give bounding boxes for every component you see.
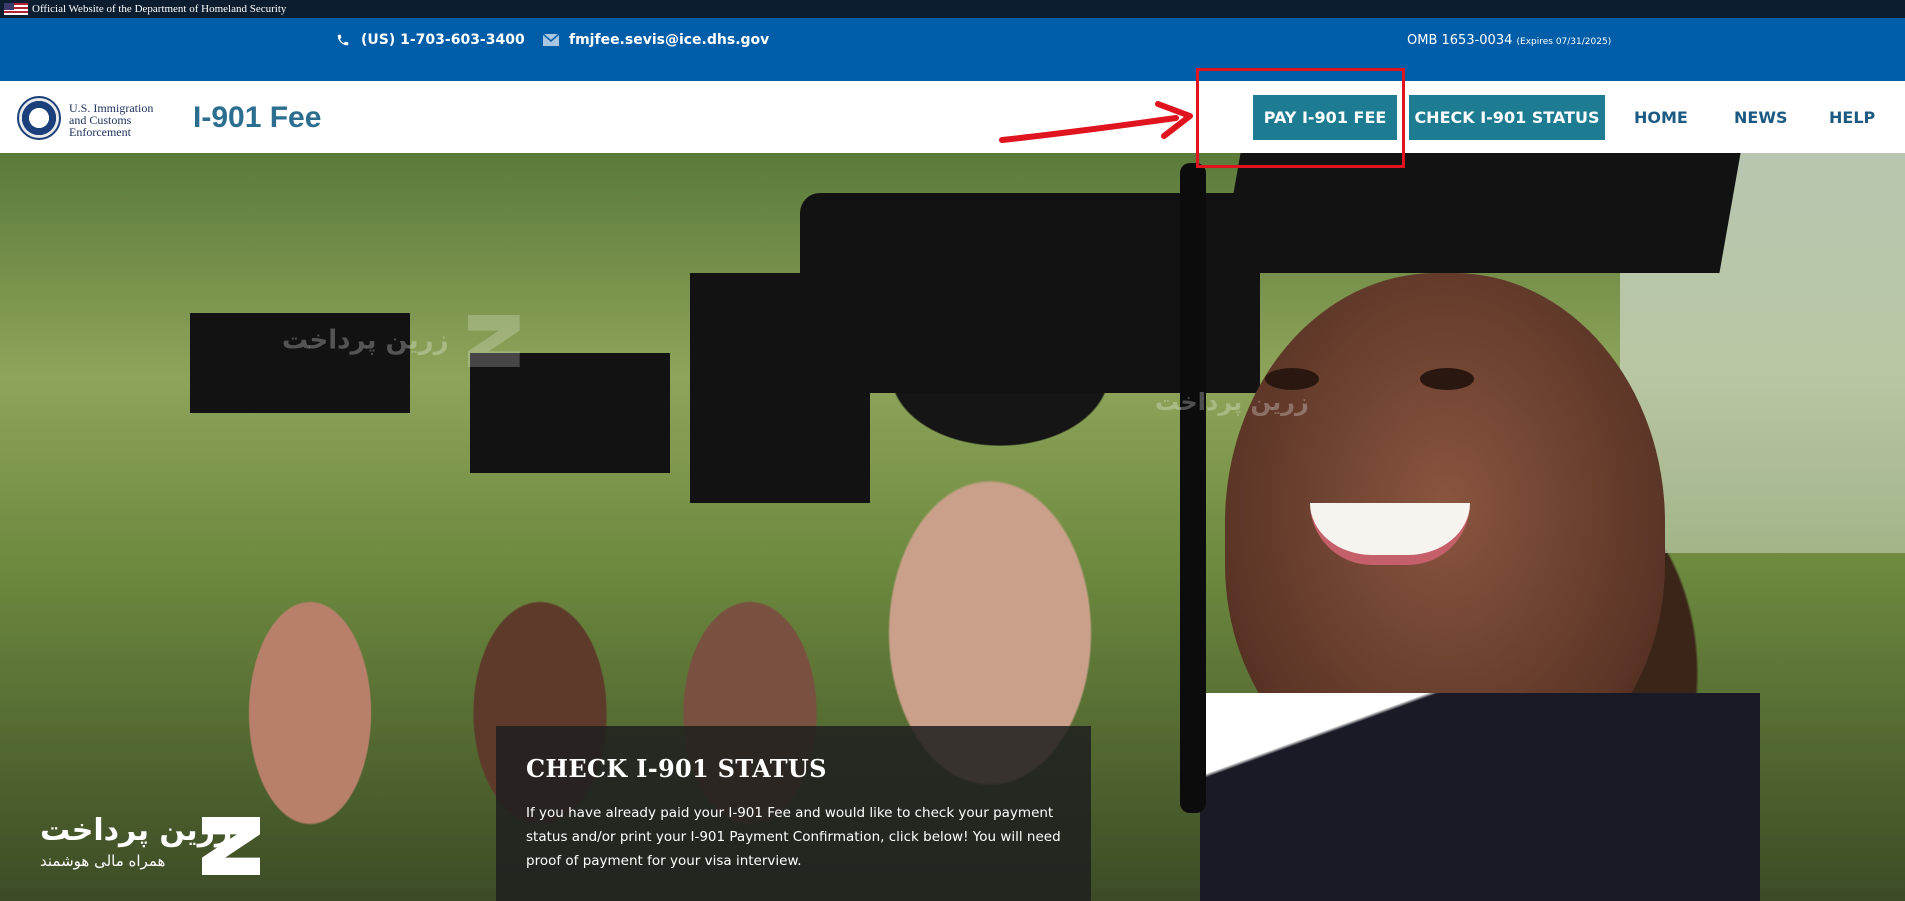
agency-line-3: Enforcement [69,125,131,139]
site-header: U.S. Immigration and Customs Enforcement… [0,81,1905,153]
nav-home-link[interactable]: HOME [1634,108,1688,127]
phone-icon [335,32,351,48]
site-title[interactable]: I-901 Fee [193,101,321,135]
graduate-gown [1200,693,1760,901]
check-status-card: CHECK I-901 STATUS If you have already p… [496,726,1091,901]
watermark-brand: زرین پرداخت [282,325,449,356]
phone-number: (US) 1-703-603-3400 [361,32,525,48]
watermark: زرین پرداخت [282,315,520,367]
watermark-main: زرین پرداخت همراه مالی هوشمند [40,813,260,875]
watermark: زرین پرداخت [1155,388,1309,416]
graduate-eye [1420,368,1474,390]
graduation-cap [1219,153,1741,273]
email-address: fmjfee.sevis@ice.dhs.gov [569,32,770,48]
graduation-cap [470,353,670,473]
gov-banner-text: Official Website of the Department of Ho… [32,3,287,15]
nav-help-link[interactable]: HELP [1829,108,1875,127]
omb-main: OMB 1653-0034 [1407,33,1513,48]
contact-bar: (US) 1-703-603-3400 fmjfee.sevis@ice.dhs… [0,18,1905,81]
annotation-highlight-box [1196,68,1405,168]
hero-image: زرین پرداخت زرین پرداخت CHECK I-901 STAT… [0,153,1905,901]
status-card-text: If you have already paid your I-901 Fee … [526,805,1061,869]
check-i901-status-button[interactable]: CHECK I-901 STATUS [1409,95,1605,140]
mail-icon [543,32,559,48]
graduate-eye [1265,368,1319,390]
status-card-title: CHECK I-901 STATUS [526,754,827,783]
phone-contact[interactable]: (US) 1-703-603-3400 [335,32,525,48]
omb-number: OMB 1653-0034 (Expires 07/31/2025) [1407,33,1611,48]
flag-icon [4,3,28,15]
agency-name[interactable]: U.S. Immigration and Customs Enforcement [69,102,153,138]
dhs-seal-icon[interactable] [17,96,61,140]
arrow-annotation-icon [999,101,1193,143]
omb-expires: (Expires 07/31/2025) [1516,37,1612,47]
nav-news-link[interactable]: NEWS [1734,108,1788,127]
cap-tassel [1180,163,1206,813]
email-contact[interactable]: fmjfee.sevis@ice.dhs.gov [543,32,769,48]
zarinpal-logo-icon [467,315,520,367]
gov-banner: Official Website of the Department of Ho… [0,0,1905,18]
watermark-brand: زرین پرداخت [1155,388,1309,416]
